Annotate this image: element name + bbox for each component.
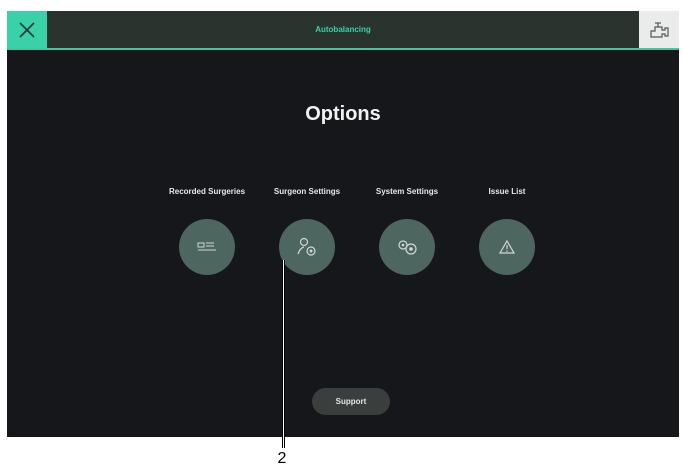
callout-number: 2 [277, 450, 287, 467]
issue-list-button[interactable] [479, 219, 535, 275]
option-label: Surgeon Settings [273, 187, 341, 196]
option-system-settings[interactable]: System Settings [362, 175, 452, 275]
device-screen: Autobalancing Options Recorded Surgeries [7, 11, 679, 437]
figure-frame: Autobalancing Options Recorded Surgeries [0, 0, 683, 472]
device-status-button[interactable] [639, 11, 679, 48]
device-status-icon [650, 21, 669, 38]
option-label: Recorded Surgeries [168, 187, 246, 196]
surgeon-settings-button[interactable] [279, 219, 335, 275]
support-button[interactable]: Support [312, 388, 390, 415]
surgeon-settings-icon [297, 237, 316, 256]
option-label: Issue List [488, 187, 526, 196]
system-settings-button[interactable] [379, 219, 435, 275]
top-bar: Autobalancing [7, 11, 679, 50]
topbar-title: Autobalancing [315, 25, 371, 34]
option-issue-list[interactable]: Issue List [462, 175, 552, 275]
warning-triangle-icon [499, 240, 515, 254]
close-button[interactable] [7, 11, 47, 48]
close-x-icon [19, 21, 35, 38]
option-label: System Settings [375, 187, 439, 196]
option-recorded-surgeries[interactable]: Recorded Surgeries [162, 175, 252, 275]
page-title: Options [305, 103, 381, 125]
recorded-surgeries-icon [197, 242, 216, 251]
option-surgeon-settings[interactable]: Surgeon Settings [262, 175, 352, 275]
recorded-surgeries-button[interactable] [179, 219, 235, 275]
system-settings-icon [398, 240, 417, 255]
callout-leader-line [282, 260, 285, 448]
